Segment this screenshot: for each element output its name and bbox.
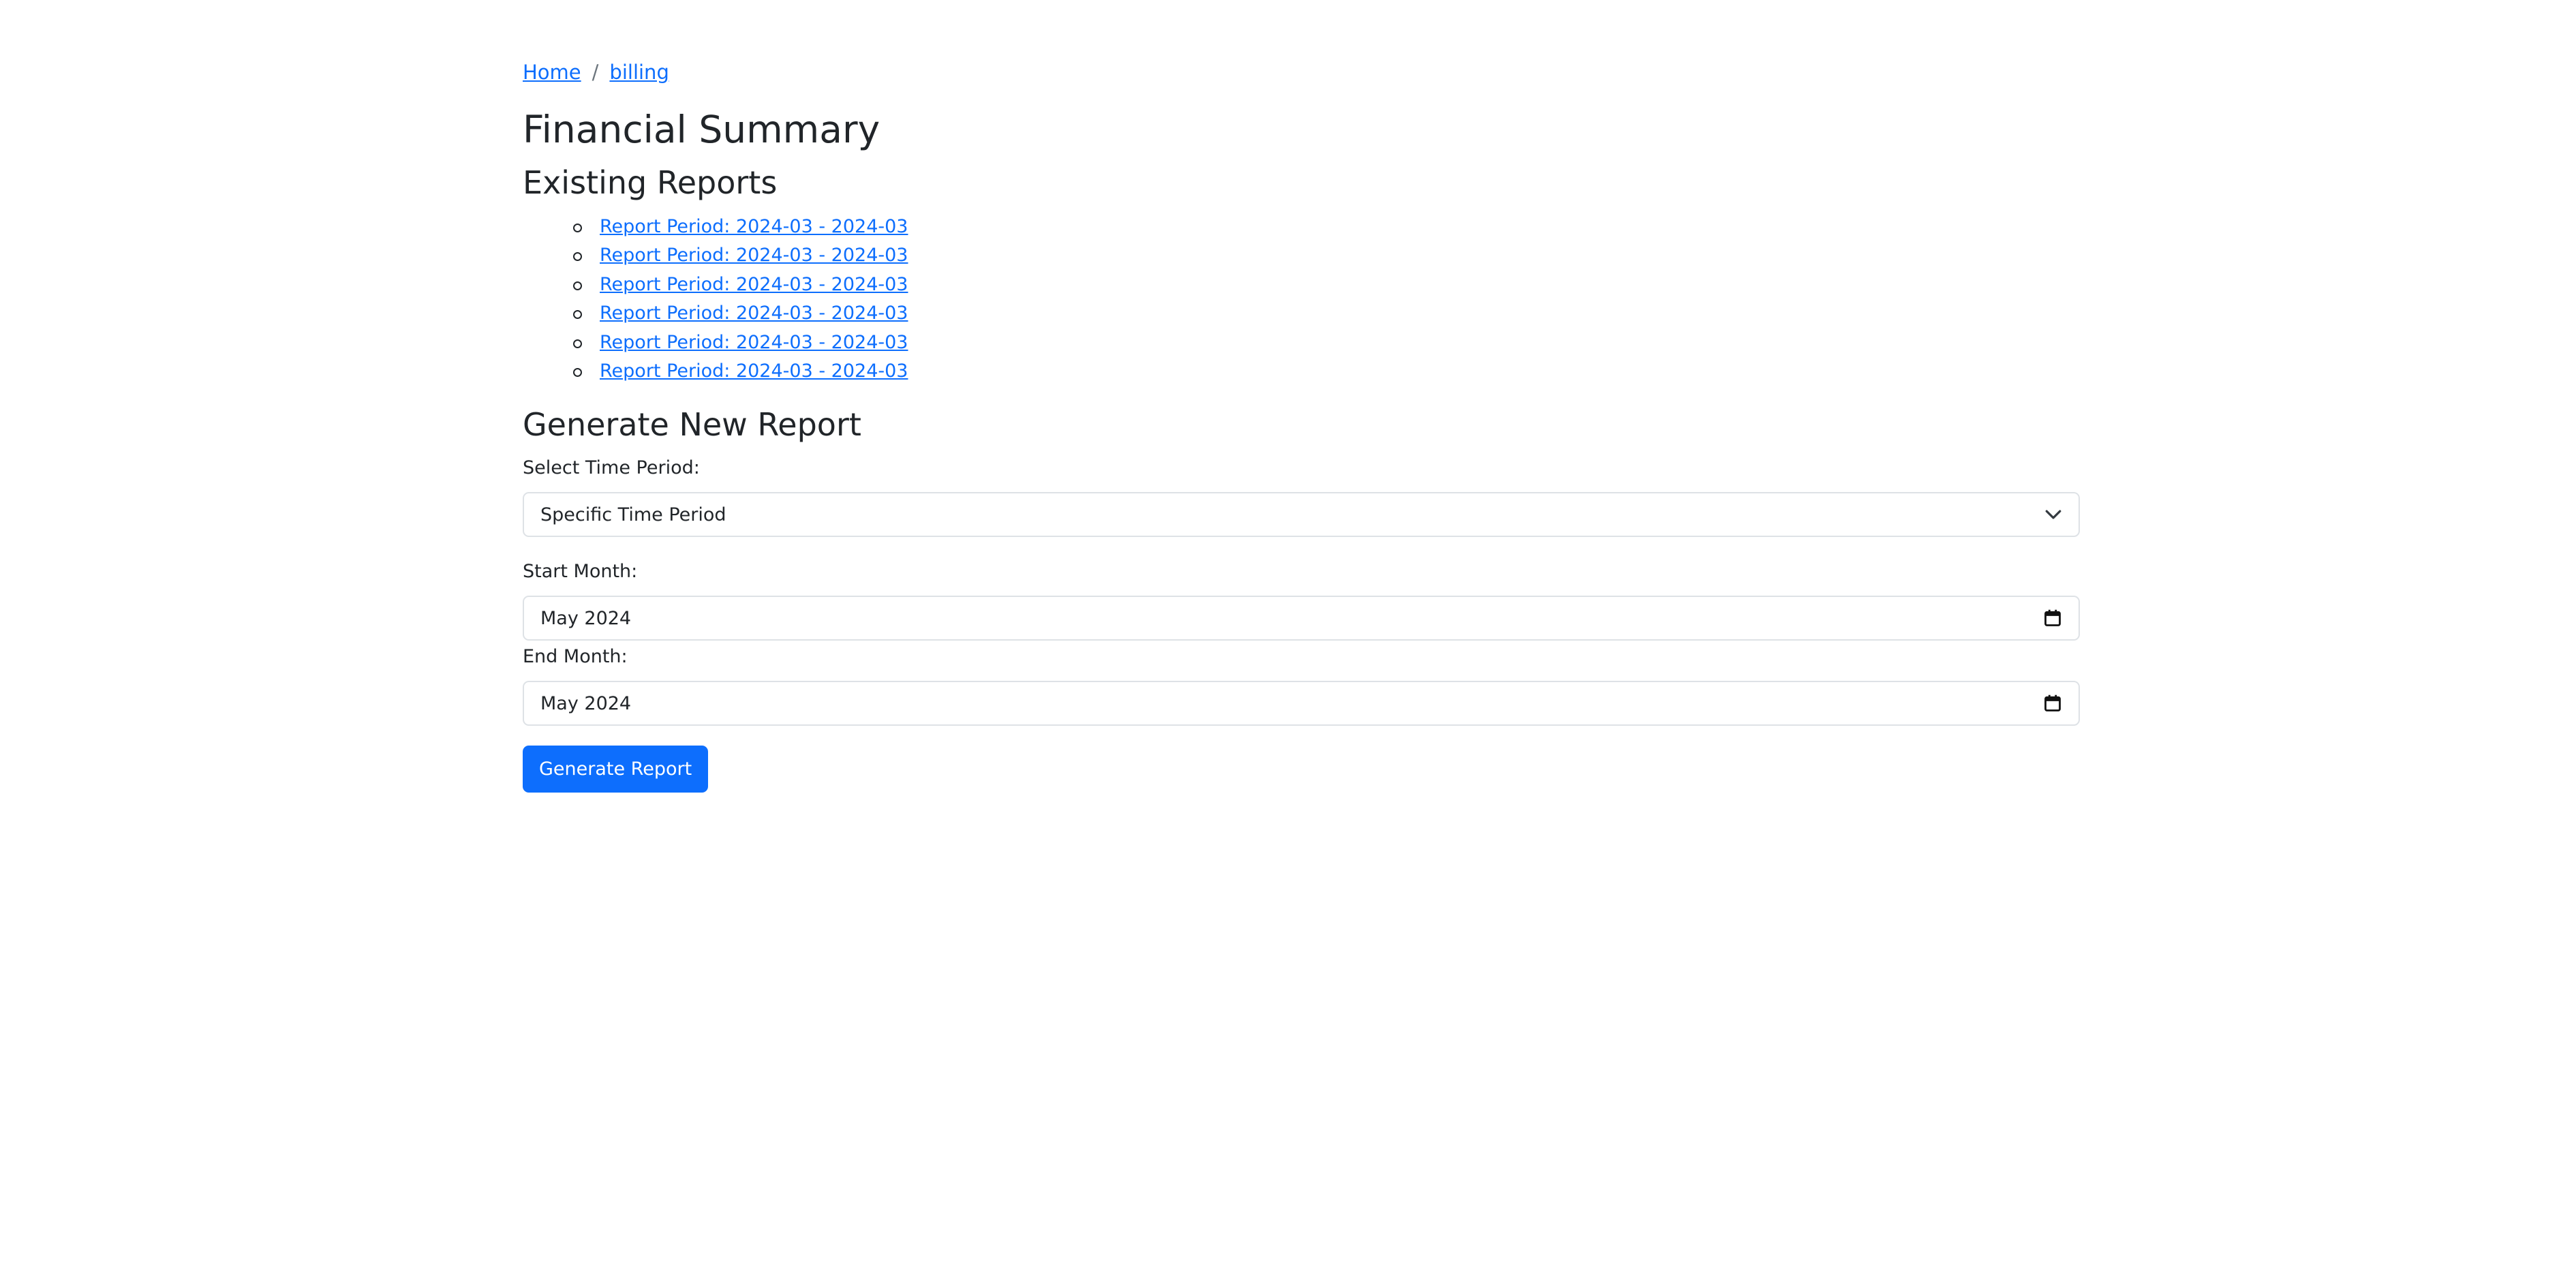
end-month-input[interactable]: May 2024 xyxy=(523,681,2080,726)
list-item: Report Period: 2024-03 - 2024-03 xyxy=(523,357,908,386)
list-item: Report Period: 2024-03 - 2024-03 xyxy=(523,241,908,270)
end-month-label: End Month: xyxy=(523,646,628,667)
list-item: Report Period: 2024-03 - 2024-03 xyxy=(523,213,908,241)
list-item: Report Period: 2024-03 - 2024-03 xyxy=(523,328,908,357)
circle-bullet-icon xyxy=(573,252,582,262)
start-month-value: May 2024 xyxy=(540,607,632,629)
time-period-selected-value: Specific Time Period xyxy=(540,504,726,525)
report-link[interactable]: Report Period: 2024-03 - 2024-03 xyxy=(600,361,908,382)
generate-report-button[interactable]: Generate Report xyxy=(523,746,709,793)
circle-bullet-icon xyxy=(573,224,582,232)
breadcrumb-billing-link[interactable]: billing xyxy=(609,57,669,87)
report-link[interactable]: Report Period: 2024-03 - 2024-03 xyxy=(600,245,908,266)
circle-bullet-icon xyxy=(573,339,582,348)
circle-bullet-icon xyxy=(573,281,582,290)
list-item: Report Period: 2024-03 - 2024-03 xyxy=(523,299,908,328)
report-link[interactable]: Report Period: 2024-03 - 2024-03 xyxy=(600,332,908,353)
generate-report-heading: Generate New Report xyxy=(523,406,861,443)
existing-reports-heading: Existing Reports xyxy=(523,164,778,201)
end-month-value: May 2024 xyxy=(540,692,632,714)
circle-bullet-icon xyxy=(573,310,582,320)
start-month-label: Start Month: xyxy=(523,561,638,582)
time-period-label: Select Time Period: xyxy=(523,457,700,478)
chevron-down-icon xyxy=(2045,510,2061,519)
breadcrumb-separator: / xyxy=(592,61,599,84)
breadcrumb: Home / billing xyxy=(523,57,669,87)
list-item: Report Period: 2024-03 - 2024-03 xyxy=(523,271,908,299)
report-link[interactable]: Report Period: 2024-03 - 2024-03 xyxy=(600,274,908,295)
report-list: Report Period: 2024-03 - 2024-03 Report … xyxy=(523,213,908,386)
calendar-icon[interactable] xyxy=(2043,609,2062,628)
time-period-select[interactable]: Specific Time Period xyxy=(523,492,2080,537)
circle-bullet-icon xyxy=(573,367,582,377)
breadcrumb-home-link[interactable]: Home xyxy=(523,57,581,87)
page-title: Financial Summary xyxy=(523,108,880,151)
report-link[interactable]: Report Period: 2024-03 - 2024-03 xyxy=(600,303,908,324)
report-link[interactable]: Report Period: 2024-03 - 2024-03 xyxy=(600,216,908,237)
calendar-icon[interactable] xyxy=(2043,694,2062,713)
start-month-input[interactable]: May 2024 xyxy=(523,596,2080,641)
